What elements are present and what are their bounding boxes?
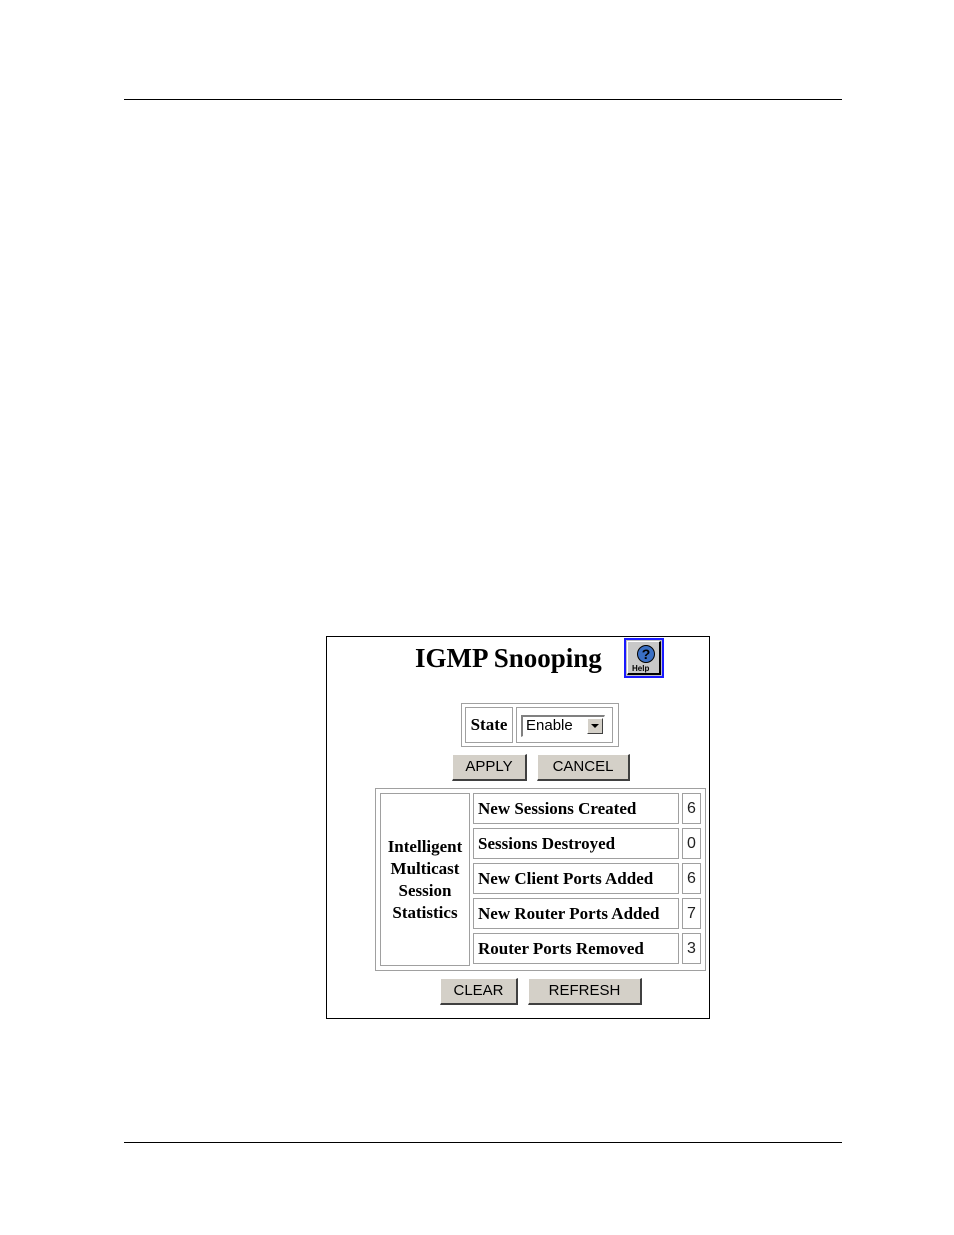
stat-value-sessions-destroyed: 0 xyxy=(682,828,701,859)
apply-button[interactable]: APPLY xyxy=(452,754,527,781)
stat-value-new-router-ports-added: 7 xyxy=(682,898,701,929)
chevron-down-icon[interactable] xyxy=(587,718,603,734)
statistics-group-label: Intelligent Multicast Session Statistics xyxy=(380,793,470,966)
help-icon: ? xyxy=(637,645,655,663)
state-select-value: Enable xyxy=(526,717,573,734)
state-table: State Enable xyxy=(461,703,619,747)
stat-label-router-ports-removed: Router Ports Removed xyxy=(473,933,679,964)
footer-rule xyxy=(124,1142,842,1143)
page-title: IGMP Snooping xyxy=(415,643,602,673)
stat-value-new-sessions-created: 6 xyxy=(682,793,701,824)
state-select-cell: Enable xyxy=(516,707,613,743)
stat-label-sessions-destroyed: Sessions Destroyed xyxy=(473,828,679,859)
statistics-table: Intelligent Multicast Session Statistics… xyxy=(375,788,706,971)
stat-label-new-client-ports-added: New Client Ports Added xyxy=(473,863,679,894)
refresh-button[interactable]: REFRESH xyxy=(528,978,642,1005)
state-label: State xyxy=(465,707,513,743)
stat-value-router-ports-removed: 3 xyxy=(682,933,701,964)
header-rule xyxy=(124,99,842,100)
stat-value-new-client-ports-added: 6 xyxy=(682,863,701,894)
igmp-snooping-panel: IGMP Snooping ? Help State Enable APPLY … xyxy=(326,636,710,1019)
cancel-button[interactable]: CANCEL xyxy=(537,754,630,781)
clear-button[interactable]: CLEAR xyxy=(440,978,518,1005)
state-select[interactable]: Enable xyxy=(521,715,605,737)
stat-label-new-sessions-created: New Sessions Created xyxy=(473,793,679,824)
help-label: Help xyxy=(632,664,650,673)
stat-label-new-router-ports-added: New Router Ports Added xyxy=(473,898,679,929)
help-button[interactable]: ? Help xyxy=(624,638,664,678)
